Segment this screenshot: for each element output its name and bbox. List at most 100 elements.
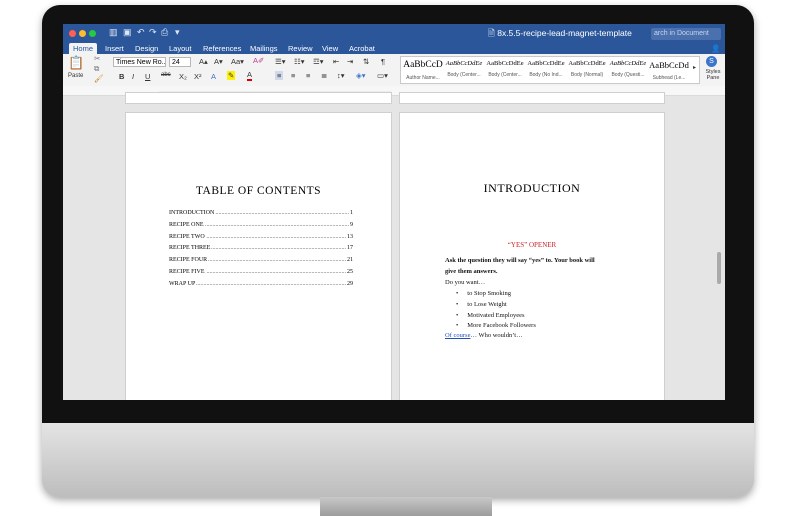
tab-design[interactable]: Design <box>131 43 162 54</box>
closing-rest: … Who wouldn’t… <box>470 332 523 339</box>
toc-entry-label: RECIPE THREE <box>169 244 212 254</box>
list-item: • to Lose Weight <box>456 301 507 308</box>
tab-mailings[interactable]: Mailings <box>246 43 282 54</box>
show-formatting-icon[interactable]: ¶ <box>381 57 385 66</box>
document-canvas[interactable]: TABLE OF CONTENTS ......................… <box>63 92 725 400</box>
sidebar-icon[interactable]: ▥ <box>109 27 118 38</box>
previous-page-bottom-right <box>399 92 665 104</box>
document-icon: 🗎 <box>488 28 495 38</box>
spelling-flagged-text[interactable]: Of course <box>445 332 470 339</box>
toc-entry[interactable]: ........................................… <box>169 209 353 218</box>
bullet-icon: • <box>456 322 459 330</box>
style-body-question[interactable]: AaBbCcDdEe Body (Questi... <box>608 57 648 83</box>
multilevel-list-icon[interactable]: ☲▾ <box>313 57 324 66</box>
numbering-icon[interactable]: ☷▾ <box>294 57 305 66</box>
strikethrough-button[interactable]: abc <box>161 72 171 78</box>
paste-icon[interactable]: 📋 <box>68 55 84 71</box>
styles-pane-icon[interactable]: S <box>706 56 717 67</box>
line-spacing-icon[interactable]: ↕▾ <box>337 71 345 80</box>
tab-layout[interactable]: Layout <box>165 43 196 54</box>
toc-entry-label: INTRODUCTION <box>169 209 216 218</box>
tab-review[interactable]: Review <box>284 43 317 54</box>
bold-button[interactable]: B <box>119 72 124 81</box>
justify-icon[interactable]: ≣ <box>321 71 327 80</box>
close-window-button[interactable] <box>69 30 76 37</box>
monitor-stand <box>320 497 492 516</box>
change-case-icon[interactable]: Aa▾ <box>231 57 244 66</box>
style-body-center-1[interactable]: AaBbCcDdEe Body (Center... <box>444 57 484 83</box>
underline-button[interactable]: U <box>145 72 150 81</box>
customize-toolbar-icon[interactable]: ▾ <box>175 27 180 38</box>
list-item: • Motivated Employees <box>456 312 525 319</box>
home-ribbon: 📋 Paste ✂ ⧉ 🖌 Times New Ro... 24 A▴ A▾ A… <box>63 54 725 87</box>
toc-entry[interactable]: ........................................… <box>169 220 353 230</box>
toc-entry[interactable]: ........................................… <box>169 244 353 254</box>
search-document-field[interactable]: arch in Document <box>651 28 721 40</box>
tab-acrobat[interactable]: Acrobat <box>345 43 379 54</box>
toc-page[interactable]: TABLE OF CONTENTS ......................… <box>125 112 392 400</box>
zoom-window-button[interactable] <box>89 30 96 37</box>
paste-button[interactable]: Paste <box>68 73 83 79</box>
bullets-icon[interactable]: ☰▾ <box>275 57 286 66</box>
minimize-window-button[interactable] <box>79 30 86 37</box>
vertical-scrollbar[interactable] <box>717 252 721 284</box>
decrease-indent-icon[interactable]: ⇤ <box>333 57 339 66</box>
document-title: 🗎 8x.5.5-recipe-lead-magnet-template <box>488 28 632 38</box>
style-subhead[interactable]: AaBbCcDd Subhead (Le... <box>649 57 689 83</box>
toc-entry[interactable]: ........................................… <box>169 256 353 266</box>
text-effects-icon[interactable]: A <box>211 72 216 81</box>
toc-entry[interactable]: ........................................… <box>169 268 353 277</box>
toc-entry-page: 17 <box>346 244 353 254</box>
style-author-name[interactable]: AaBbCcD Author Name... <box>403 57 443 83</box>
toc-entry[interactable]: ........................................… <box>169 232 353 242</box>
format-painter-icon[interactable]: 🖌 <box>94 74 104 83</box>
subscript-button[interactable]: X₂ <box>179 72 187 81</box>
increase-indent-icon[interactable]: ⇥ <box>347 57 353 66</box>
styles-pane-button[interactable]: Styles Pane <box>702 69 724 81</box>
highlight-icon[interactable]: ✎ <box>227 71 236 80</box>
save-icon[interactable]: ▣ <box>123 27 132 38</box>
previous-page-bottom-left <box>125 92 392 104</box>
share-icon[interactable]: 👤 <box>707 43 724 54</box>
introduction-title: INTRODUCTION <box>483 181 581 195</box>
align-left-icon[interactable]: ≡ <box>275 71 284 80</box>
style-body-center-2[interactable]: AaBbCcDdEe Body (Center... <box>485 57 525 83</box>
monitor-chin <box>42 423 754 497</box>
shrink-font-button[interactable]: A▾ <box>214 57 223 66</box>
style-body-normal[interactable]: AaBbCcDdEe Body (Normal) <box>567 57 607 83</box>
cut-icon[interactable]: ✂ <box>94 54 100 63</box>
undo-icon[interactable]: ↶ <box>137 27 145 38</box>
copy-icon[interactable]: ⧉ <box>94 64 99 74</box>
borders-icon[interactable]: ▭▾ <box>377 71 388 80</box>
clear-formatting-icon[interactable]: A✐ <box>253 56 264 65</box>
align-right-icon[interactable]: ≡ <box>306 71 310 80</box>
font-size-select[interactable]: 24 <box>169 57 191 67</box>
list-item-text: More Facebook Followers <box>467 322 536 330</box>
toc-entry[interactable]: ........................................… <box>169 279 353 289</box>
gallery-more-icon[interactable]: ▸ <box>693 64 696 71</box>
intro-closing: Of course… Who wouldn’t… <box>445 332 523 339</box>
print-icon[interactable]: ⎙ <box>161 27 168 38</box>
yes-opener-heading: “YES” OPENER <box>507 241 557 249</box>
style-body-no-indent[interactable]: AaBbCcDdEe Body (No Ind... <box>526 57 566 83</box>
list-item: • More Facebook Followers <box>456 322 536 329</box>
toc-entry-label: RECIPE TWO <box>169 232 206 242</box>
font-name-select[interactable]: Times New Ro... <box>113 57 166 67</box>
toc-entry-label: RECIPE FIVE <box>169 268 206 277</box>
sort-icon[interactable]: ⇅ <box>363 57 369 66</box>
shading-icon[interactable]: ◈▾ <box>356 71 366 80</box>
align-center-icon[interactable]: ≡ <box>291 71 295 80</box>
word-window: ▥ ▣ ↶ ↷ ⎙ ▾ 🗎 8x.5.5-recipe-lead-magnet-… <box>63 24 725 400</box>
tab-insert[interactable]: Insert <box>101 43 128 54</box>
bullet-icon: • <box>456 300 459 308</box>
tab-references[interactable]: References <box>199 43 245 54</box>
tab-view[interactable]: View <box>318 43 342 54</box>
superscript-button[interactable]: X² <box>194 72 202 81</box>
introduction-page[interactable]: INTRODUCTION “YES” OPENER Ask the questi… <box>399 112 665 400</box>
intro-line-2: give them answers. <box>445 268 498 275</box>
tab-home[interactable]: Home <box>69 43 98 54</box>
grow-font-button[interactable]: A▴ <box>199 57 208 66</box>
italic-button[interactable]: I <box>132 72 134 81</box>
font-color-icon[interactable]: A <box>247 71 253 81</box>
redo-icon[interactable]: ↷ <box>149 27 157 38</box>
